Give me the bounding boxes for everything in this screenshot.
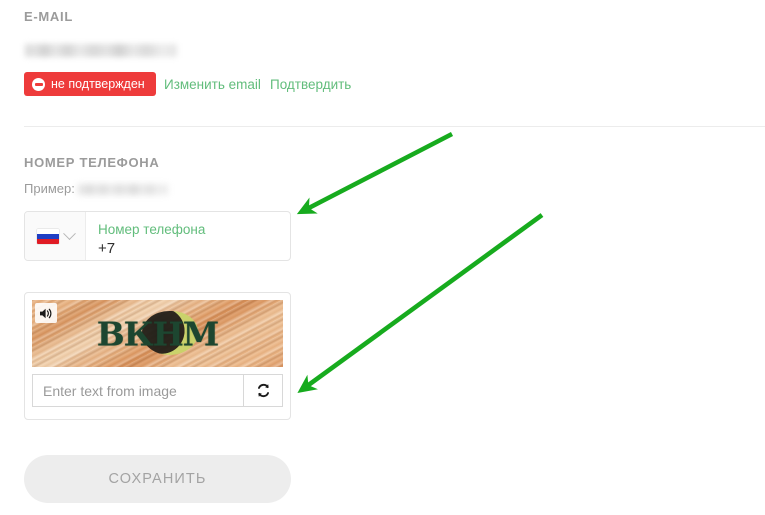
confirm-email-link[interactable]: Подтвердить <box>270 77 351 92</box>
phone-number-field-label: Номер телефона <box>98 221 206 237</box>
change-email-link[interactable]: Изменить email <box>164 77 261 92</box>
captcha-image: ВКНМ <box>32 300 283 367</box>
chevron-down-icon <box>62 226 76 240</box>
save-button[interactable]: СОХРАНИТЬ <box>24 455 291 503</box>
country-selector[interactable] <box>25 212 86 260</box>
phone-number-field-value: +7 <box>98 239 116 257</box>
settings-page: E-MAIL не подтвержден Изменить email Под… <box>0 0 765 515</box>
speaker-icon[interactable] <box>35 303 57 323</box>
refresh-icon[interactable] <box>243 375 282 406</box>
phone-number-field[interactable]: Номер телефона +7 <box>86 212 290 260</box>
email-address-value-redacted <box>25 44 177 57</box>
phone-example-label: Пример: <box>24 181 75 196</box>
ru-flag-icon <box>36 228 59 244</box>
arrow-to-captcha-input <box>297 213 544 394</box>
captcha-input-row[interactable] <box>32 374 283 407</box>
captcha-challenge-text: ВКНМ <box>96 314 220 353</box>
email-status-badge-label: не подтвержден <box>51 76 145 91</box>
captcha-block: ВКНМ <box>24 292 291 420</box>
arrow-to-phone-input <box>296 131 454 215</box>
phone-example-value-redacted <box>78 184 168 195</box>
block-icon <box>32 77 45 91</box>
phone-section-title: НОМЕР ТЕЛЕФОНА <box>24 155 160 170</box>
phone-input-group[interactable]: Номер телефона +7 <box>24 211 291 261</box>
email-status-badge: не подтвержден <box>24 72 156 96</box>
email-section-title: E-MAIL <box>24 9 73 24</box>
section-divider <box>24 126 765 127</box>
captcha-text-input[interactable] <box>33 375 243 406</box>
